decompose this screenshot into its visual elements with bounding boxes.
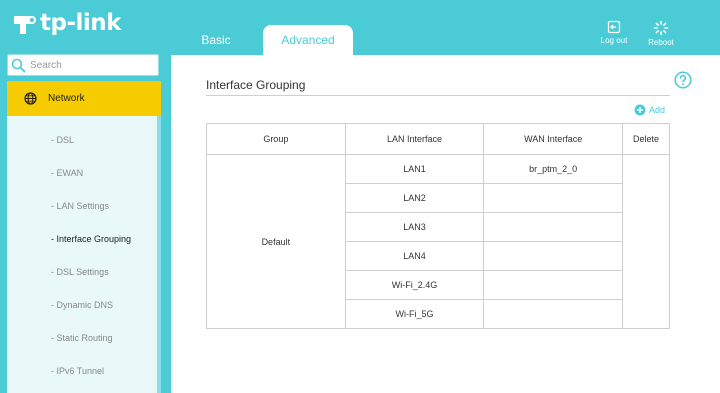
- table-row: Default LAN1 br_ptm_2_0: [206, 154, 670, 329]
- reboot-button[interactable]: Reboot: [641, 20, 681, 47]
- lan-interface-cell: Wi-Fi_2.4G: [344, 270, 485, 300]
- reboot-label: Reboot: [648, 38, 674, 47]
- lan-interface-cell: Wi-Fi_5G: [344, 299, 485, 329]
- search-input[interactable]: [30, 59, 150, 71]
- add-button[interactable]: Add: [634, 104, 665, 116]
- sidebar-item-dsl-settings[interactable]: - DSL Settings: [7, 256, 161, 289]
- column-header-group: Group: [206, 123, 346, 155]
- page-title: Interface Grouping: [206, 78, 306, 92]
- wan-interface-cell: [483, 270, 624, 300]
- wan-interface-cell: [483, 241, 624, 271]
- sidebar-item-static-routing[interactable]: - Static Routing: [7, 322, 161, 355]
- main-content: Interface Grouping Add Group LAN Interfa…: [171, 55, 720, 393]
- add-label: Add: [649, 105, 666, 115]
- lan-interface-cell: LAN2: [344, 183, 485, 213]
- sidebar-item-ipv6-tunnel[interactable]: - IPv6 Tunnel: [7, 355, 161, 388]
- sidebar-item-interface-grouping[interactable]: - Interface Grouping: [7, 223, 161, 256]
- logout-button[interactable]: Log out: [594, 20, 634, 45]
- wan-interface-cell: br_ptm_2_0: [483, 154, 624, 184]
- wan-interface-cell: [483, 183, 624, 213]
- group-name-cell: Default: [206, 154, 346, 329]
- sidebar: Network - DSL - EWAN - LAN Settings - In…: [7, 54, 161, 393]
- column-header-delete: Delete: [622, 123, 670, 155]
- tab-basic[interactable]: Basic: [178, 25, 254, 55]
- lan-interface-cell: LAN3: [344, 212, 485, 242]
- sidebar-item-ewan[interactable]: - EWAN: [7, 157, 161, 190]
- delete-cell: [622, 154, 670, 329]
- sidebar-item-lan-settings[interactable]: - LAN Settings: [7, 190, 161, 223]
- tp-link-logo: tp-link: [8, 8, 121, 38]
- wan-interface-cell: [483, 212, 624, 242]
- column-header-wan: WAN Interface: [483, 123, 624, 155]
- brand-name: tp-link: [40, 10, 121, 36]
- add-icon: [634, 104, 646, 116]
- logout-icon: [607, 20, 621, 34]
- title-divider: [206, 95, 670, 96]
- tab-advanced[interactable]: Advanced: [263, 25, 353, 55]
- column-header-lan: LAN Interface: [344, 123, 485, 155]
- globe-icon: [24, 92, 37, 105]
- wan-interface-cell: [483, 299, 624, 329]
- reboot-icon: [653, 20, 669, 36]
- sidebar-scrollbar[interactable]: [157, 116, 161, 393]
- interface-group-table: Group LAN Interface WAN Interface Delete…: [206, 123, 670, 329]
- sidebar-item-dsl[interactable]: - DSL: [7, 124, 161, 157]
- sidebar-section-network[interactable]: Network: [7, 81, 161, 116]
- search-icon: [11, 58, 26, 72]
- tp-link-logo-icon: [8, 8, 38, 38]
- sidebar-item-dynamic-dns[interactable]: - Dynamic DNS: [7, 289, 161, 322]
- search-box[interactable]: [7, 54, 159, 76]
- logout-label: Log out: [600, 36, 628, 45]
- lan-interface-cell: LAN1: [344, 154, 485, 184]
- lan-interface-cell: LAN4: [344, 241, 485, 271]
- help-icon[interactable]: [674, 71, 692, 89]
- sidebar-nav: Network - DSL - EWAN - LAN Settings - In…: [7, 81, 161, 393]
- table-header-row: Group LAN Interface WAN Interface Delete: [206, 123, 670, 155]
- sidebar-section-label: Network: [48, 93, 85, 104]
